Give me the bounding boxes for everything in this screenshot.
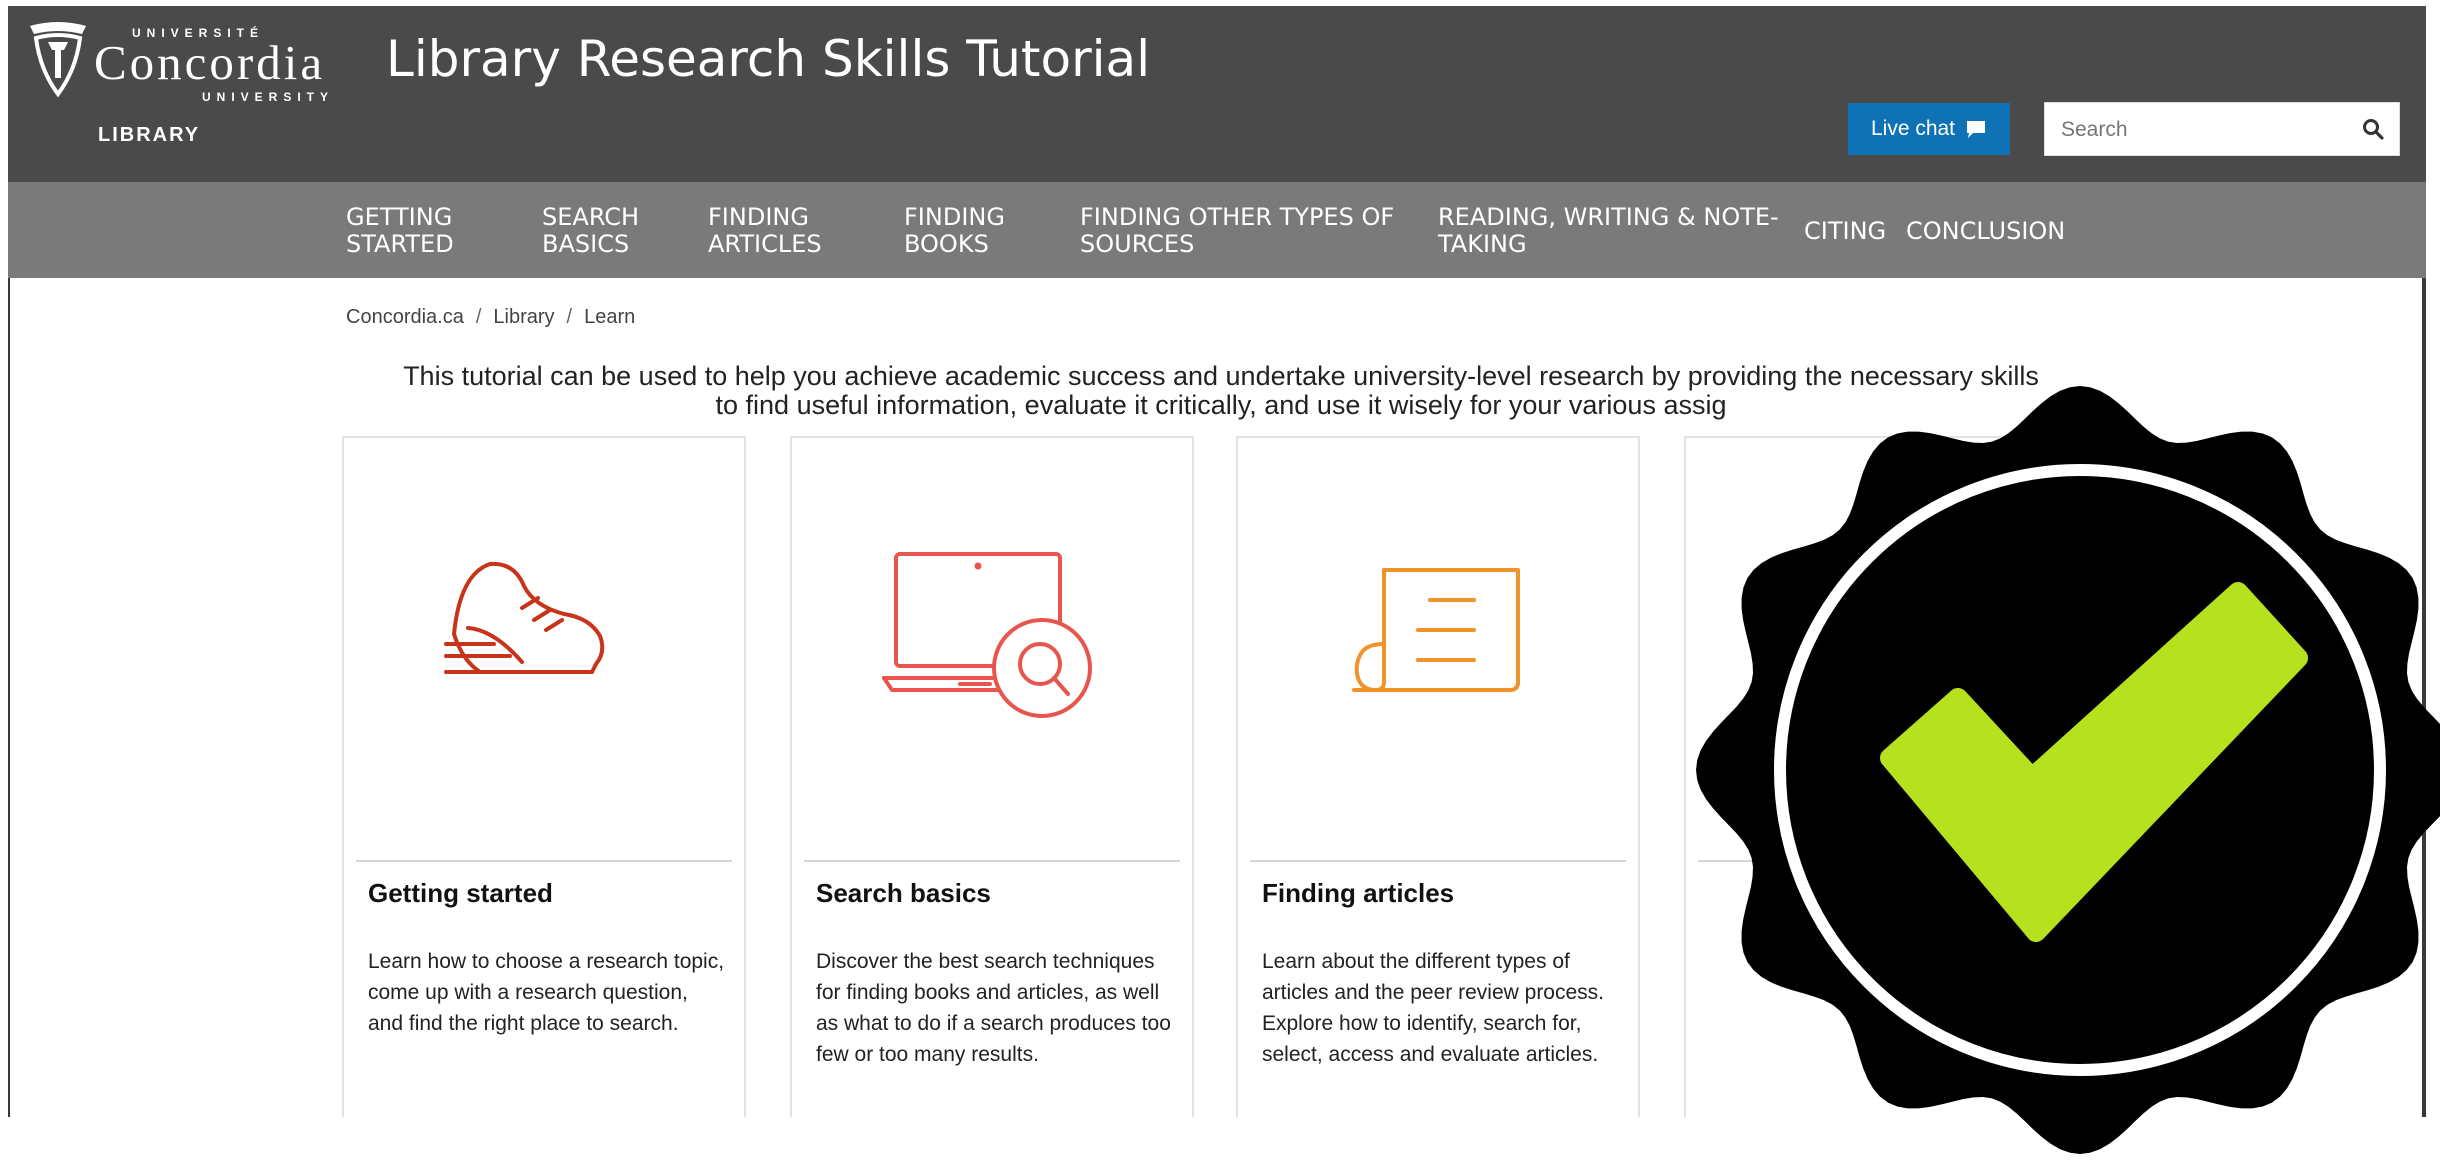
nav-item-line: FINDING OTHER TYPES OF xyxy=(1080,203,1395,231)
card-divider xyxy=(1250,860,1626,862)
card-description: Discover the best search techniques for … xyxy=(816,950,1171,1066)
nav-item-line: STARTED xyxy=(346,230,454,258)
nav-item-line: CITING xyxy=(1804,217,1887,245)
card-icon-area xyxy=(1238,438,1638,858)
card-divider xyxy=(804,860,1180,862)
breadcrumb-separator: / xyxy=(475,306,482,328)
nav-item-line: SOURCES xyxy=(1080,230,1195,258)
nav-item-line: CONCLUSION xyxy=(1906,217,2066,245)
nav-item-line: FINDING xyxy=(708,203,809,231)
breadcrumb-link-library[interactable]: Library xyxy=(493,306,554,328)
nav-item-line: ARTICLES xyxy=(708,230,822,258)
nav-item-citing[interactable]: CITING xyxy=(1804,218,1886,245)
search-box xyxy=(2044,102,2400,156)
nav-item-finding-books[interactable]: FINDING BOOKS xyxy=(904,204,1005,258)
site-title[interactable]: Library Research Skills Tutorial xyxy=(386,30,1150,88)
site-header: UNIVERSITÉ Concordia UNIVERSITY LIBRARY … xyxy=(8,6,2426,182)
laptop-search-icon xyxy=(882,552,1092,718)
approved-checkmark-badge-icon xyxy=(1696,386,2440,1154)
card-icon-area xyxy=(792,438,1192,858)
search-icon[interactable] xyxy=(2361,117,2385,141)
concordia-crest-icon xyxy=(30,22,86,98)
nav-item-line: BASICS xyxy=(542,230,630,258)
breadcrumb-link-concordia[interactable]: Concordia.ca xyxy=(346,306,464,328)
card-finding-articles[interactable]: Finding articles Learn about the differe… xyxy=(1236,436,1640,1117)
breadcrumb-separator: / xyxy=(566,306,573,328)
nav-item-finding-articles[interactable]: FINDING ARTICLES xyxy=(708,204,822,258)
sneaker-icon xyxy=(444,561,605,674)
live-chat-button[interactable]: Live chat xyxy=(1848,103,2010,155)
nav-item-search-basics[interactable]: SEARCH BASICS xyxy=(542,204,639,258)
nav-item-line: TAKING xyxy=(1438,230,1527,258)
card-description: Learn how to choose a research topic, co… xyxy=(368,950,725,1035)
nav-item-line: SEARCH xyxy=(542,203,640,231)
card-title[interactable]: Getting started xyxy=(368,878,553,909)
nav-item-getting-started[interactable]: GETTING STARTED xyxy=(346,204,454,258)
card-title[interactable]: Finding articles xyxy=(1262,878,1454,909)
nav-item-line: FINDING xyxy=(904,203,1005,231)
card-divider xyxy=(356,860,732,862)
card-title[interactable]: Search basics xyxy=(816,878,991,909)
nav-item-line: READING, WRITING & NOTE- xyxy=(1438,203,1779,231)
card-icon-area xyxy=(344,438,744,858)
nav-item-reading-writing[interactable]: READING, WRITING & NOTE- TAKING xyxy=(1438,204,1779,258)
logo-wordmark: Concordia xyxy=(94,35,326,90)
breadcrumb-link-learn[interactable]: Learn xyxy=(584,306,635,328)
logo-library-text: LIBRARY xyxy=(98,124,201,146)
card-search-basics[interactable]: Search basics Discover the best search t… xyxy=(790,436,1194,1117)
nav-item-finding-other-sources[interactable]: FINDING OTHER TYPES OF SOURCES xyxy=(1080,204,1394,258)
document-scroll-icon xyxy=(1352,568,1520,692)
nav-item-line: GETTING xyxy=(346,203,453,231)
nav-item-conclusion[interactable]: CONCLUSION xyxy=(1906,218,2065,245)
breadcrumb: Concordia.ca / Library / Learn xyxy=(346,306,635,329)
nav-item-line: BOOKS xyxy=(904,230,989,258)
card-getting-started[interactable]: Getting started Learn how to choose a re… xyxy=(342,436,746,1117)
chat-bubble-icon xyxy=(1967,121,1986,138)
main-nav: GETTING STARTED SEARCH BASICS FINDING AR… xyxy=(8,182,2426,278)
concordia-library-logo[interactable]: UNIVERSITÉ Concordia UNIVERSITY LIBRARY xyxy=(28,20,348,150)
logo-university-text: UNIVERSITY xyxy=(202,90,335,104)
search-input[interactable] xyxy=(2059,113,2353,147)
live-chat-label: Live chat xyxy=(1870,117,1956,140)
card-description: Learn about the different types of artic… xyxy=(1262,950,1604,1066)
